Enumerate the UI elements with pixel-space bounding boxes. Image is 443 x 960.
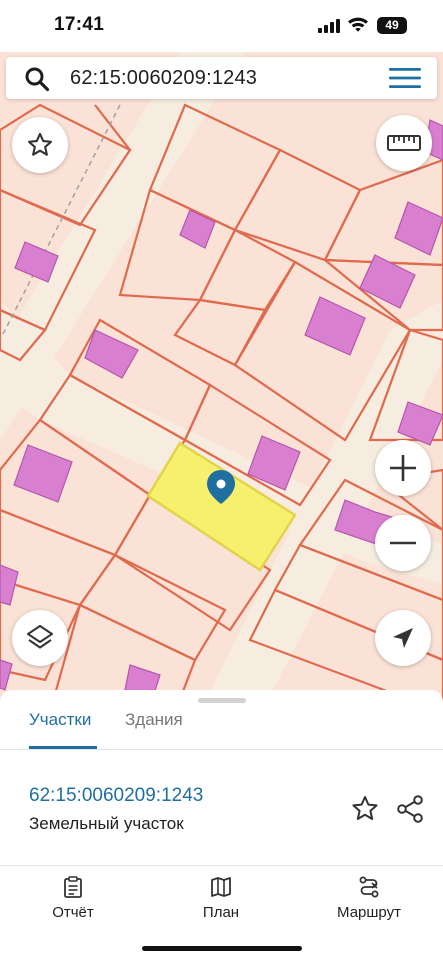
star-outline-icon[interactable] <box>350 794 380 824</box>
locate-button[interactable] <box>375 610 431 666</box>
minus-icon <box>390 541 416 545</box>
nav-route-label: Маршрут <box>337 904 401 921</box>
wifi-icon <box>348 17 368 32</box>
ruler-button[interactable] <box>376 115 432 171</box>
share-icon[interactable] <box>395 794 425 824</box>
sheet-drag-handle[interactable] <box>198 698 246 703</box>
bottom-sheet[interactable]: Участки Здания 62:15:0060209:1243 Земель… <box>0 690 443 960</box>
result-cadastral-number[interactable]: 62:15:0060209:1243 <box>29 785 203 807</box>
ruler-icon <box>387 135 421 151</box>
search-input[interactable]: 62:15:0060209:1243 <box>70 67 257 90</box>
building <box>394 201 443 256</box>
building <box>13 444 73 503</box>
nav-report-label: Отчёт <box>52 904 94 921</box>
nav-report[interactable]: Отчёт <box>18 876 128 922</box>
parcel <box>173 298 267 367</box>
home-indicator[interactable] <box>142 946 302 951</box>
layers-button[interactable] <box>12 610 68 666</box>
cellular-signal-icon <box>318 19 340 33</box>
building <box>179 209 216 249</box>
parcel <box>233 148 362 262</box>
route-icon <box>359 876 379 898</box>
tab-parcels[interactable]: Участки <box>29 710 91 730</box>
report-icon <box>64 876 82 898</box>
nav-plan-label: План <box>202 904 240 921</box>
layers-icon <box>27 625 53 649</box>
parcel <box>0 508 117 607</box>
building <box>0 564 19 606</box>
tab-bar: Участки Здания <box>0 704 443 750</box>
nav-plan[interactable]: План <box>166 876 276 922</box>
tab-buildings[interactable]: Здания <box>125 710 183 730</box>
active-tab-indicator <box>29 746 97 749</box>
parcel <box>198 228 297 312</box>
star-icon <box>27 132 53 156</box>
divider <box>0 865 443 866</box>
parcel <box>78 553 227 662</box>
zoom-in-button[interactable] <box>375 440 431 496</box>
status-time: 17:41 <box>54 14 105 35</box>
favorite-button[interactable] <box>12 117 68 173</box>
building <box>0 659 13 691</box>
battery-indicator: 49 <box>377 17 407 34</box>
zoom-out-button[interactable] <box>375 515 431 571</box>
plus-icon <box>390 455 416 481</box>
nav-route[interactable]: Маршрут <box>314 876 424 922</box>
parcel-edge <box>94 104 131 151</box>
result-type: Земельный участок <box>29 814 184 833</box>
hamburger-menu-icon[interactable] <box>389 67 421 89</box>
search-icon[interactable] <box>24 66 50 92</box>
status-bar: 17:41 49 <box>0 0 443 52</box>
building <box>304 296 366 356</box>
map-plan-icon <box>211 877 231 897</box>
navigation-arrow-icon <box>393 628 413 648</box>
search-bar[interactable]: 62:15:0060209:1243 <box>6 57 437 99</box>
